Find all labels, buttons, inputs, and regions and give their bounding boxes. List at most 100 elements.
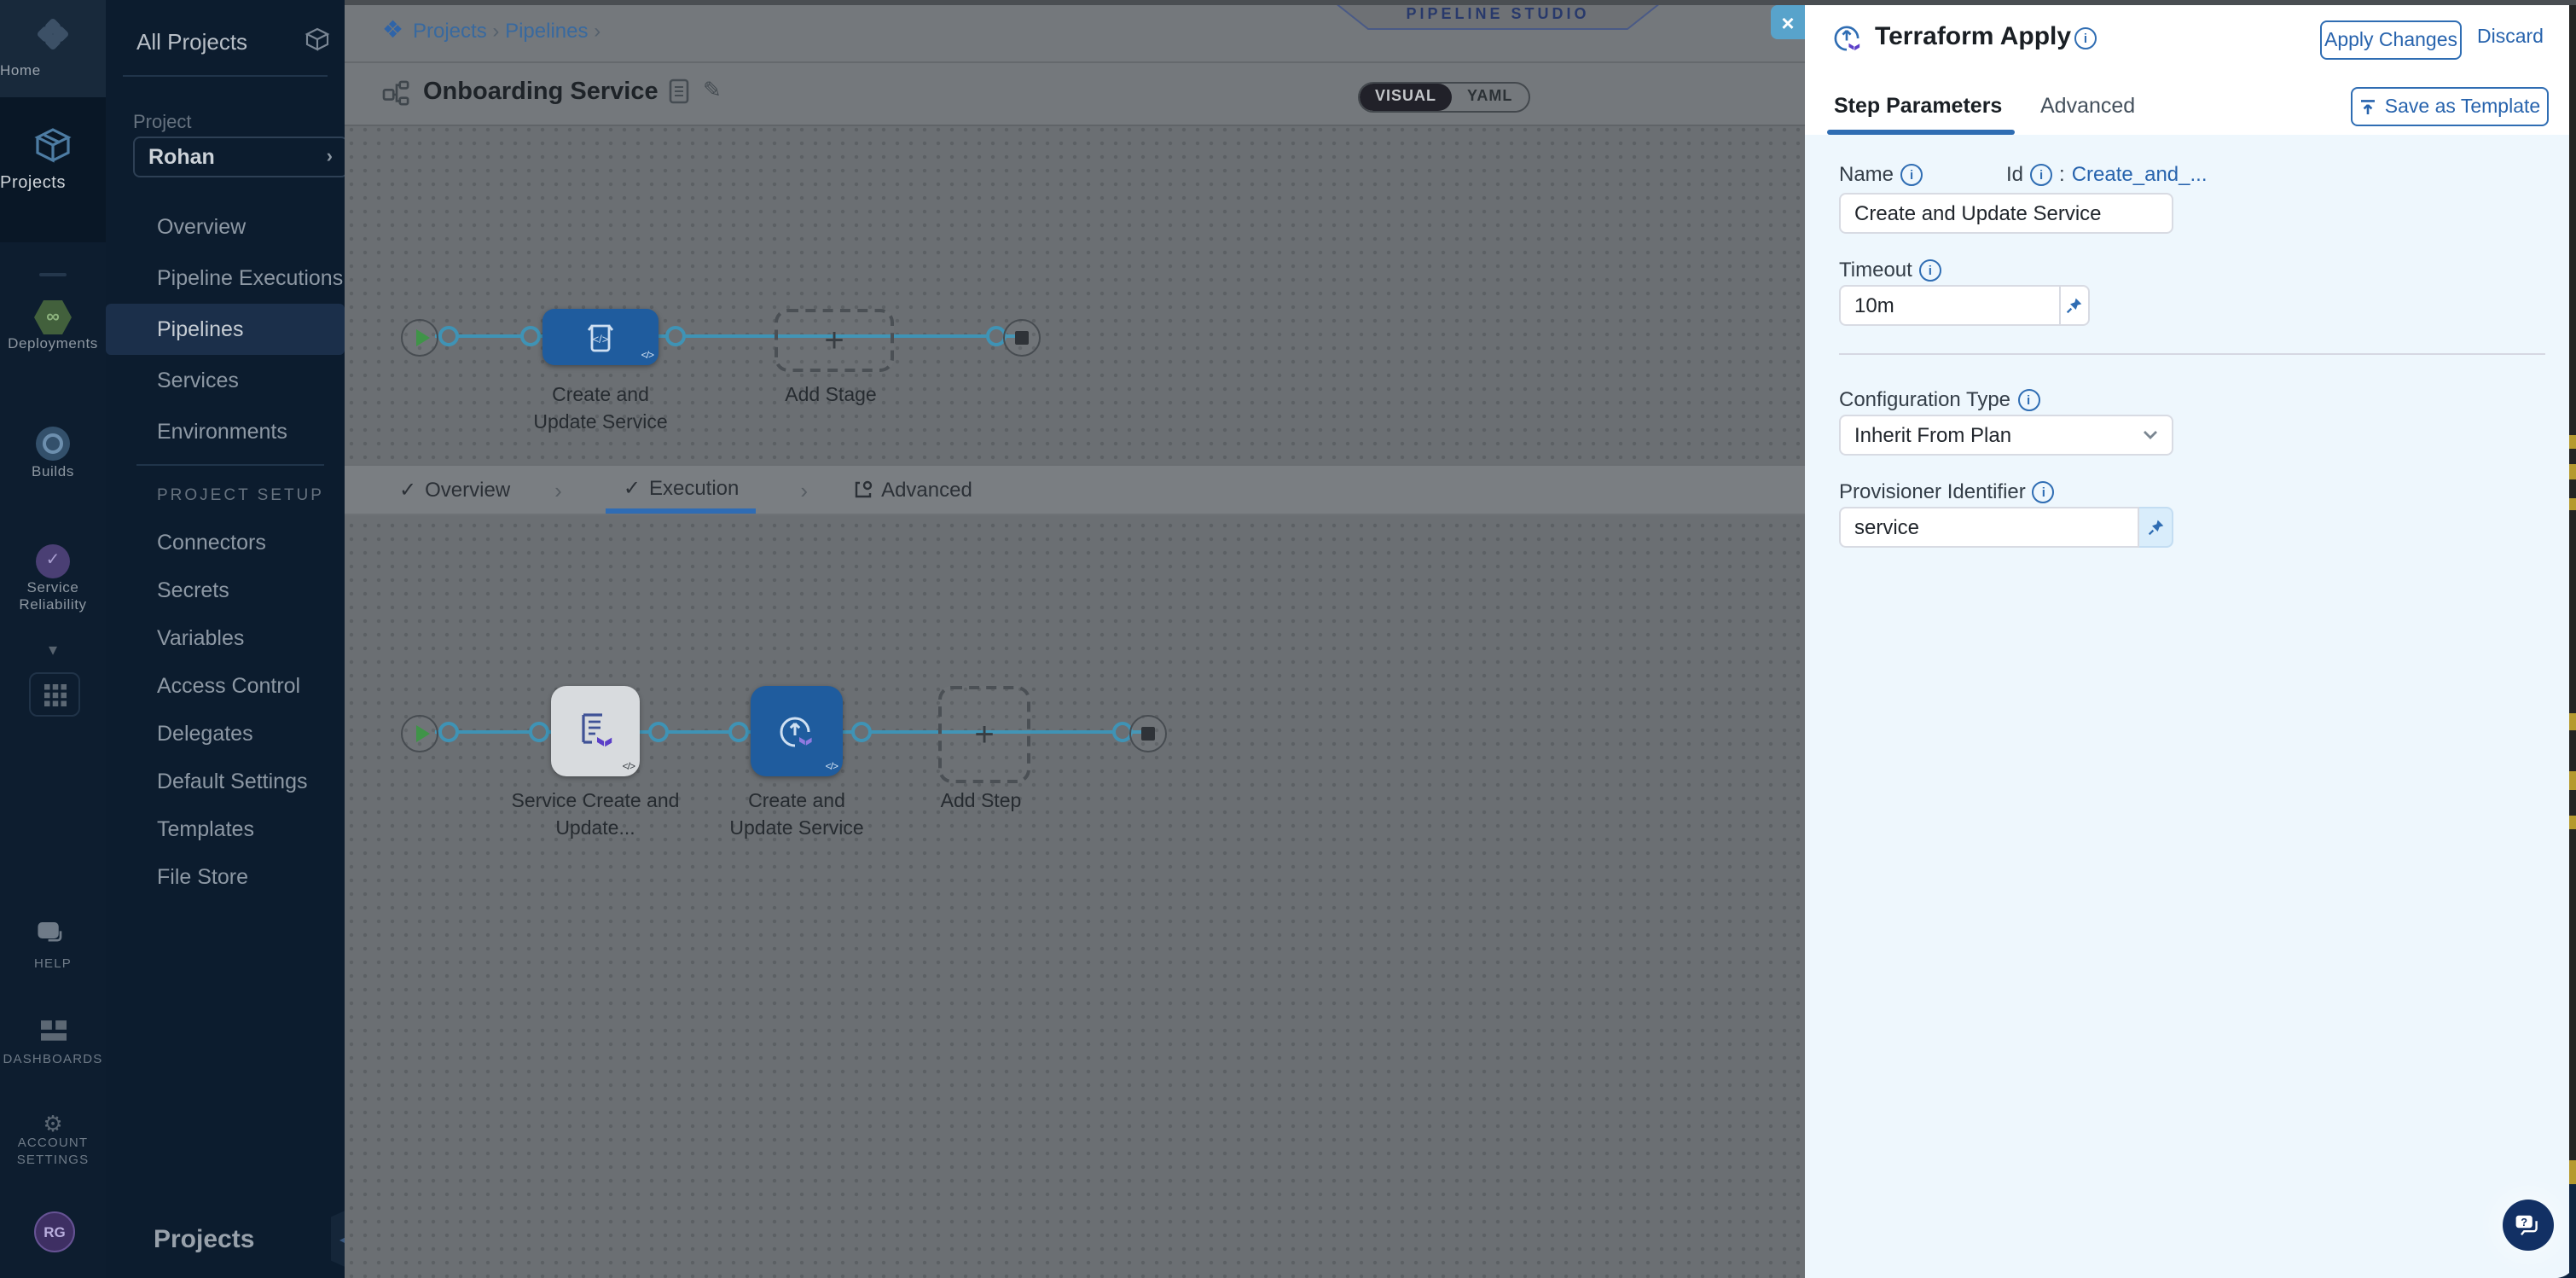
rail-item-deployments[interactable]: ∞ Deployments [0,300,106,352]
pipeline-graph-icon [382,80,411,114]
chat-help-button[interactable]: ? [2503,1200,2554,1251]
name-label: Name i [1839,162,1923,186]
canvas-header-title: Onboarding Service ✎ [345,63,1805,126]
stage-code-badge: </> [641,351,653,362]
provisioner-input[interactable] [1839,507,2139,548]
form-divider [1839,353,2545,355]
rail-expand-caret[interactable]: ▾ [0,642,106,660]
tab-advanced[interactable]: Advanced [852,478,972,502]
project-label: Project [133,113,192,133]
sidebar-item-pipelines[interactable]: Pipelines [106,304,345,355]
sidebar-item-file-store[interactable]: File Store [106,853,345,901]
rail-label-dashboards: DASHBOARDS [0,1051,106,1068]
panel-tabbar: Step Parameters Advanced Save as Templat… [1805,77,2576,135]
stage-ring-2 [520,326,541,346]
breadcrumb-pipelines[interactable]: Pipelines [505,19,588,43]
stop-icon [1141,727,1155,741]
sidebar-item-connectors[interactable]: Connectors [106,519,345,566]
step-node-terraform-apply-selected[interactable]: </> [751,686,843,776]
timeout-label: Timeout i [1839,258,1941,282]
discard-button[interactable]: Discard [2477,27,2544,48]
provisioner-pin-button[interactable] [2139,507,2173,548]
edit-pencil-icon[interactable]: ✎ [703,77,722,104]
rail-item-home[interactable]: Home [0,0,106,97]
sidebar-item-environments[interactable]: Environments [106,406,345,457]
tab-step-parameters[interactable]: Step Parameters [1834,94,2002,118]
rail-item-builds[interactable]: Builds [0,427,106,480]
timeout-info-icon[interactable]: i [1919,259,1941,281]
stage-start-node[interactable] [401,319,438,357]
stage-type-icon: </> [583,320,618,354]
save-as-template-button[interactable]: Save as Template [2351,87,2549,126]
help-chat-icon: ? [0,921,106,956]
toggle-yaml[interactable]: YAML [1452,84,1528,111]
rail-label-home: Home [0,61,106,79]
config-type-select[interactable]: Inherit From Plan [1839,415,2173,456]
panel-title-info-icon[interactable]: i [2074,27,2097,49]
exec-ring-3 [648,722,669,742]
chevron-right-icon: › [327,147,333,167]
terraform-apply-header-icon [1827,19,1866,67]
config-info-icon[interactable]: i [2017,388,2039,410]
dashboards-icon [0,1020,106,1051]
id-info-icon[interactable]: i [2030,163,2052,185]
rail-item-help[interactable]: ? HELP [0,921,106,973]
apply-changes-button[interactable]: Apply Changes [2320,20,2462,60]
rail-item-dashboards[interactable]: DASHBOARDS [0,1020,106,1068]
sidebar-item-default-settings[interactable]: Default Settings [106,758,345,805]
tab-execution[interactable]: ✓ Execution [606,466,757,514]
breadcrumb-projects[interactable]: Projects [413,19,487,43]
all-projects-label[interactable]: All Projects [136,29,247,55]
provisioner-info-icon[interactable]: i [2033,480,2055,502]
config-type-label: Configuration Type i [1839,387,2039,411]
tab-overview[interactable]: ✓ Overview [399,478,510,502]
gear-icon: ⚙ [0,1112,106,1135]
svg-text:?: ? [2521,1216,2527,1229]
timeout-input[interactable] [1839,285,2061,326]
sidebar-item-access-control[interactable]: Access Control [106,662,345,710]
notes-icon[interactable] [669,78,689,113]
sidebar-item-pipeline-executions[interactable]: Pipeline Executions [106,253,345,304]
rail-item-service-reliability[interactable]: ✓ Service Reliability [0,543,106,614]
sidebar-setup-nav: Connectors Secrets Variables Access Cont… [106,519,345,901]
avatar[interactable]: RG [34,1211,75,1252]
step2-label: Create and Update Service [715,788,879,843]
project-select[interactable]: Rohan › [133,137,348,177]
toggle-visual[interactable]: VISUAL [1360,84,1452,111]
sidebar-item-delegates[interactable]: Delegates [106,710,345,758]
id-value-link[interactable]: Create_and_... [2072,162,2208,186]
close-icon: × [1781,11,1794,33]
rail-label-projects: Projects [0,174,106,195]
tab-sep-chevron2-icon: › [800,477,808,502]
sidebar-footer-title: Projects [154,1225,254,1254]
step-node-terraform-plan[interactable]: </> [551,686,640,776]
timeout-pin-button[interactable] [2061,285,2090,326]
app-root: Home Projects ∞ Deployments Builds ✓ Ser… [0,0,2576,1278]
sidebar-item-variables[interactable]: Variables [106,614,345,662]
rail-item-account-settings[interactable]: ⚙ ACCOUNT SETTINGS [0,1112,106,1168]
rail-label-service: Service [0,578,106,595]
module-grid-icon[interactable] [29,672,80,717]
exec-ring-4 [728,722,749,742]
provisioner-label: Provisioner Identifier i [1839,479,2055,503]
sidebar-nav: Overview Pipeline Executions Pipelines S… [106,201,345,457]
sidebar-item-overview[interactable]: Overview [106,201,345,253]
pin-icon [2066,297,2083,314]
name-input[interactable] [1839,193,2173,234]
sidebar-item-services[interactable]: Services [106,355,345,406]
all-projects-cube-icon[interactable] [304,26,331,61]
close-panel-button[interactable]: × [1771,5,1805,39]
name-info-icon[interactable]: i [1900,163,1923,185]
add-stage-label: Add Stage [749,382,913,410]
add-stage-button[interactable]: + [775,309,894,372]
add-step-button[interactable]: + [938,686,1030,783]
sidebar-item-secrets[interactable]: Secrets [106,566,345,614]
harness-logo-icon: ❖ [382,17,403,41]
exec-start-node[interactable] [401,715,438,752]
stage-ring-1 [438,326,459,346]
tab-step-advanced[interactable]: Advanced [2040,94,2135,118]
stage-node-create-update[interactable]: </> </> [542,309,659,365]
rail-item-projects[interactable]: Projects [0,97,106,242]
sidebar-item-templates[interactable]: Templates [106,805,345,853]
pipeline-title: Onboarding Service [423,78,659,106]
